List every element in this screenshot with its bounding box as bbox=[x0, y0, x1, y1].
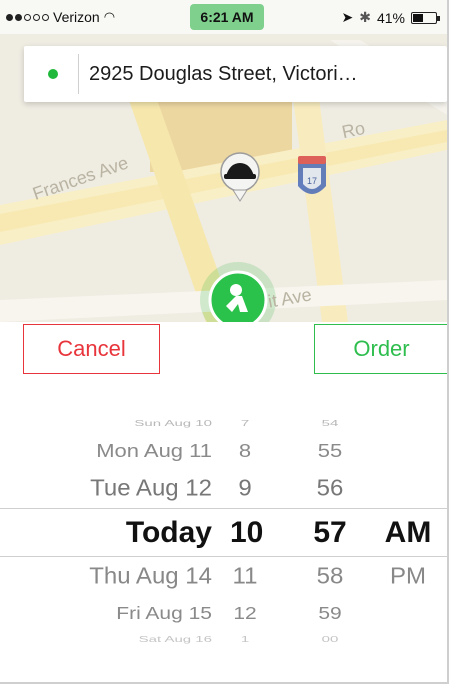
bluetooth-icon: ✱ bbox=[359, 9, 371, 25]
picker-row[interactable]: Mon Aug 11 8 55 bbox=[0, 438, 447, 464]
picker-date: Tue Aug 12 bbox=[90, 475, 212, 502]
battery-percent: 41% bbox=[376, 9, 405, 26]
date-time-picker[interactable]: Sun Aug 10 7 54 Mon Aug 11 8 55 Tue Aug 12 9 56 T… bbox=[0, 392, 447, 658]
picker-date: Sun Aug 10 bbox=[134, 418, 212, 428]
carrier-name: Verizon bbox=[53, 9, 100, 25]
svg-text:17: 17 bbox=[307, 176, 317, 186]
signal-strength-icon bbox=[6, 13, 49, 21]
picker-minute: 59 bbox=[318, 603, 342, 623]
selection-bottom-line bbox=[0, 556, 447, 557]
status-right: ➤ ✱ 41% bbox=[341, 9, 440, 26]
signal-dot bbox=[42, 13, 49, 21]
order-button[interactable]: Order bbox=[314, 324, 447, 374]
signal-dot bbox=[15, 13, 22, 21]
picker-hour: 10 bbox=[230, 516, 264, 549]
location-dot-icon bbox=[48, 69, 58, 79]
picker-date: Today bbox=[125, 516, 212, 549]
picker-row[interactable]: Tue Aug 12 9 56 bbox=[0, 474, 447, 504]
picker-minute: 55 bbox=[317, 439, 343, 462]
picker-row[interactable]: Fri Aug 15 12 59 bbox=[0, 601, 447, 626]
picker-minute: 57 bbox=[313, 516, 347, 549]
app-screen: 17 Frances Ave Ro it Ave Verizon ◠ 6:21 … bbox=[0, 0, 449, 684]
selection-top-line bbox=[0, 508, 447, 509]
battery-icon bbox=[411, 11, 440, 24]
picker-hour: 1 bbox=[240, 634, 250, 644]
signal-dot bbox=[6, 13, 13, 21]
picker-minute: 58 bbox=[316, 563, 344, 590]
picker-hour: 11 bbox=[232, 563, 258, 590]
status-bar: Verizon ◠ 6:21 AM ➤ ✱ 41% bbox=[0, 0, 447, 34]
location-arrow-icon: ➤ bbox=[341, 9, 354, 25]
status-time: 6:21 AM bbox=[190, 4, 264, 30]
picker-date: Fri Aug 15 bbox=[116, 603, 212, 623]
picker-hour: 12 bbox=[233, 603, 257, 623]
picker-minute: 54 bbox=[321, 418, 339, 428]
picker-ampm: AM bbox=[384, 516, 432, 549]
carrier-info: Verizon ◠ bbox=[6, 9, 115, 25]
picker-row[interactable]: Sun Aug 10 7 54 bbox=[0, 417, 447, 430]
wifi-icon: ◠ bbox=[103, 9, 116, 24]
picker-row[interactable]: Thu Aug 14 11 58 PM bbox=[0, 562, 447, 592]
picker-ampm: PM bbox=[390, 563, 426, 590]
picker-minute: 56 bbox=[316, 475, 344, 502]
picker-minute: 00 bbox=[321, 634, 339, 644]
highway-shield-icon: 17 bbox=[298, 156, 326, 194]
pickup-address-text: 2925 Douglas Street, Victori… bbox=[89, 62, 358, 85]
picker-date: Sat Aug 16 bbox=[138, 634, 212, 644]
picker-date: Thu Aug 14 bbox=[89, 563, 212, 590]
cancel-button[interactable]: Cancel bbox=[23, 324, 160, 374]
picker-row-selected[interactable]: Today 10 57 AM bbox=[0, 514, 447, 552]
picker-hour: 7 bbox=[240, 418, 250, 428]
picker-date: Mon Aug 11 bbox=[96, 439, 212, 462]
picker-hour: 8 bbox=[238, 439, 252, 462]
picker-hour: 9 bbox=[238, 475, 252, 502]
signal-dot bbox=[24, 13, 31, 21]
picker-row[interactable]: Sat Aug 16 1 00 bbox=[0, 633, 447, 646]
address-divider bbox=[78, 54, 79, 94]
signal-dot bbox=[33, 13, 40, 21]
battery-level bbox=[413, 13, 423, 22]
pickup-address-bar[interactable]: 2925 Douglas Street, Victori… bbox=[24, 46, 447, 102]
